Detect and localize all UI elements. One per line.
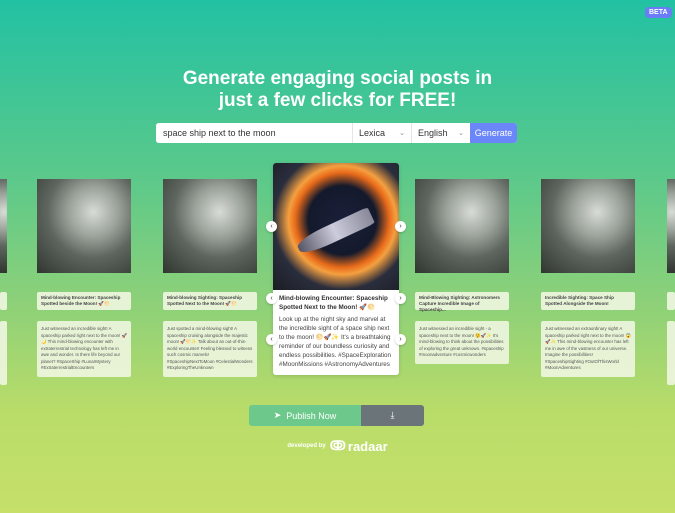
post-card[interactable]: [0, 179, 7, 385]
paper-plane-icon: ➤: [273, 410, 282, 420]
download-button[interactable]: ⤓: [361, 405, 424, 426]
publish-now-button[interactable]: ➤ Publish Now: [249, 405, 361, 426]
image-next-arrow[interactable]: ›: [395, 221, 406, 232]
post-image: [37, 179, 131, 273]
body-next-arrow[interactable]: ›: [395, 334, 406, 345]
image-prev-arrow[interactable]: ‹: [266, 221, 277, 232]
post-image: [0, 179, 7, 273]
post-image: [415, 179, 509, 273]
post-body: Look up at the night sky and marvel at t…: [279, 316, 392, 368]
post-title: Mind-blowing Encounter: Spaceship Spotte…: [279, 295, 388, 311]
post-title: [667, 292, 675, 310]
body-prev-arrow[interactable]: ‹: [266, 334, 277, 345]
footer: developed by ↂ radaar: [0, 438, 675, 454]
download-icon: ⤓: [390, 410, 395, 420]
spaceship-illustration: [294, 206, 376, 258]
source-select[interactable]: Lexica ⌄: [352, 123, 411, 143]
post-image: [667, 179, 675, 273]
active-post-card[interactable]: Mind-blowing Encounter: Spaceship Spotte…: [273, 163, 399, 375]
radaar-logo-icon: ↂ: [329, 438, 346, 453]
post-card[interactable]: Mind-Blowing Sighting: Astronomers Captu…: [415, 179, 509, 364]
post-body: Just witnessed an extraordinary sight! A…: [541, 321, 635, 377]
publish-label: Publish Now: [286, 410, 337, 421]
search-bar: Lexica ⌄ English ⌄ Generate: [156, 123, 517, 143]
radaar-logo[interactable]: ↂ radaar: [330, 438, 388, 454]
page-title: Generate engaging social posts in just a…: [0, 68, 675, 112]
chevron-down-icon: ⌄: [399, 130, 405, 137]
title-line-1: Generate engaging social posts in: [182, 68, 493, 89]
post-image: [541, 179, 635, 273]
post-card[interactable]: [667, 179, 675, 385]
post-title: Mind-blowing Sighting: Spaceship Spotted…: [163, 292, 257, 310]
beta-badge: BETA: [645, 7, 672, 18]
post-body: [667, 321, 675, 385]
post-title: [0, 292, 7, 310]
post-body: [0, 321, 7, 385]
post-body: Just witnessed an incredible sight! A sp…: [37, 321, 131, 377]
post-title: Incredible Sighting: Space Ship Spotted …: [541, 292, 635, 310]
post-card[interactable]: Mind-blowing Sighting: Spaceship Spotted…: [163, 179, 257, 377]
post-image: [273, 163, 399, 290]
title-next-arrow[interactable]: ›: [395, 293, 406, 304]
brand-name: radaar: [347, 438, 388, 454]
language-value: English: [418, 128, 448, 138]
title-prev-arrow[interactable]: ‹: [266, 293, 277, 304]
language-select[interactable]: English ⌄: [411, 123, 470, 143]
title-line-2: just a few clicks for FREE!: [218, 90, 457, 111]
post-title: Mind-Blowing Sighting: Astronomers Captu…: [415, 292, 509, 312]
action-bar: ➤ Publish Now ⤓: [249, 405, 424, 426]
prompt-input[interactable]: [156, 123, 352, 143]
post-card[interactable]: Incredible Sighting: Space Ship Spotted …: [541, 179, 635, 377]
chevron-down-icon: ⌄: [458, 130, 464, 137]
generate-button[interactable]: Generate: [470, 123, 517, 143]
source-value: Lexica: [359, 128, 386, 138]
post-title: Mind-blowing Encounter: Spaceship Spotte…: [37, 292, 131, 310]
developed-by-label: developed by: [287, 443, 326, 449]
post-body: Just witnessed an incredible sight - a s…: [415, 321, 509, 364]
post-image: [163, 179, 257, 273]
post-body: Just spotted a mind-blowing sight! A spa…: [163, 321, 257, 377]
post-card[interactable]: Mind-blowing Encounter: Spaceship Spotte…: [37, 179, 131, 377]
